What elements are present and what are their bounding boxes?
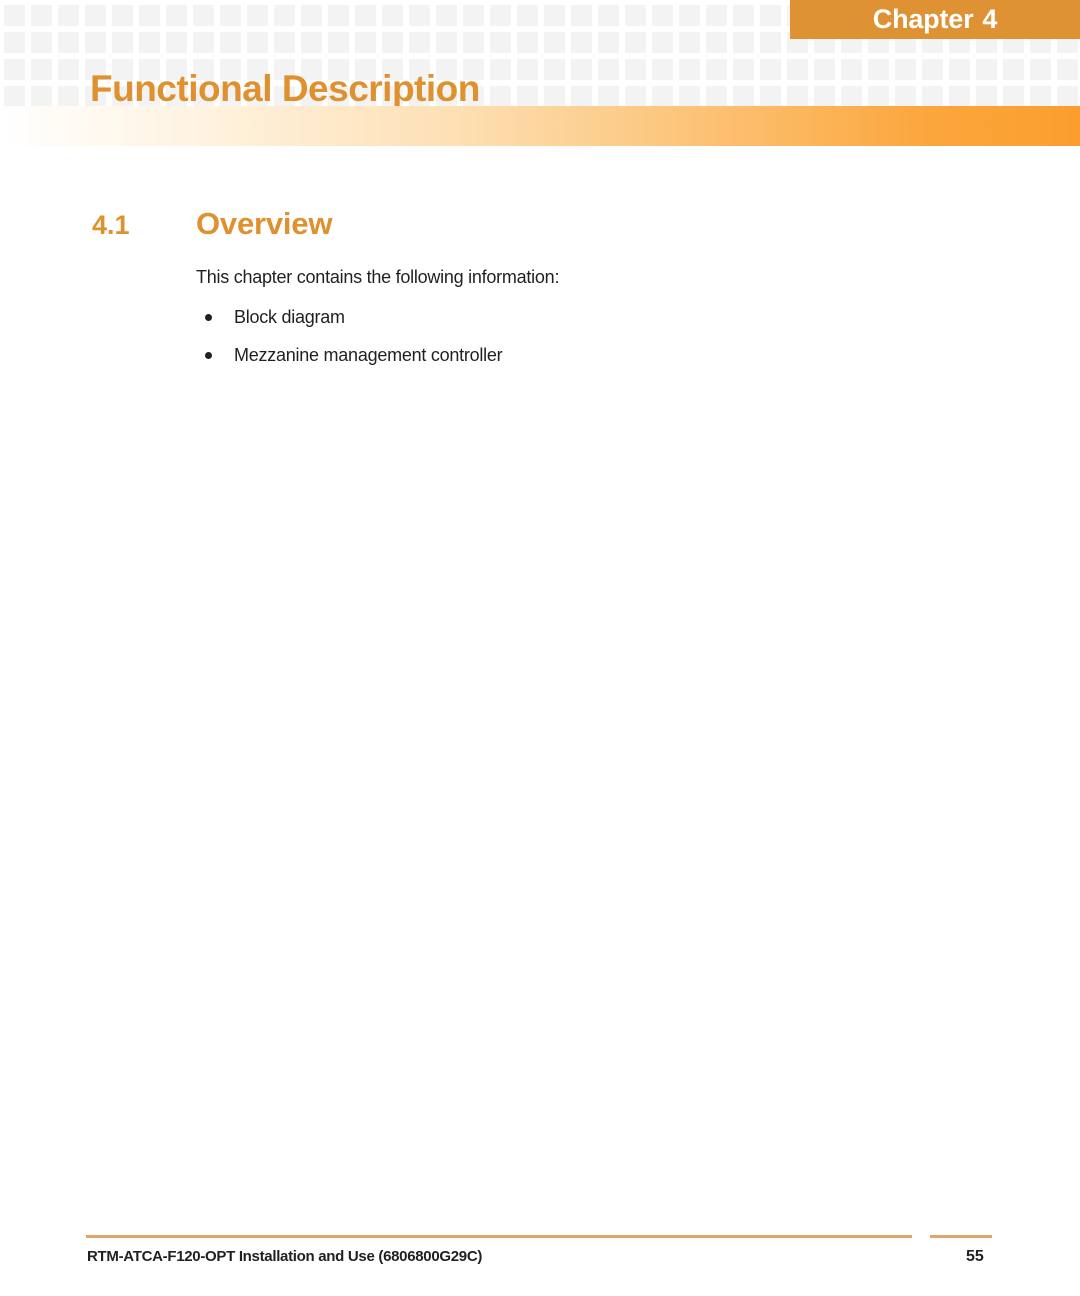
section-heading: 4.1 Overview xyxy=(92,206,332,242)
bullet-dot-icon xyxy=(205,352,212,359)
bullet-dot-icon xyxy=(205,314,212,321)
section-title: Overview xyxy=(196,206,333,241)
page-title: Functional Description xyxy=(90,67,480,109)
chapter-banner: Chapter 4 xyxy=(790,0,1080,39)
list-item-label: Mezzanine management controller xyxy=(234,345,503,365)
list-item: Mezzanine management controller xyxy=(196,343,896,367)
list-item-label: Block diagram xyxy=(234,307,345,327)
footer-page-number: 55 xyxy=(966,1248,984,1265)
section-number: 4.1 xyxy=(92,210,130,240)
header-gradient-band-top xyxy=(0,106,1080,146)
footer-rule xyxy=(86,1235,912,1238)
document-page: Chapter 4 Functional Description 4.1 Ove… xyxy=(0,0,1080,1296)
header-gradient-band-bottom xyxy=(0,151,1080,181)
intro-paragraph: This chapter contains the following info… xyxy=(196,267,560,287)
footer-document-reference: RTM-ATCA-F120-OPT Installation and Use (… xyxy=(87,1248,483,1265)
contents-bullet-list: Block diagram Mezzanine management contr… xyxy=(196,305,896,367)
section-body: This chapter contains the following info… xyxy=(196,265,896,381)
chapter-banner-number: 4 xyxy=(982,4,998,34)
footer-rule-page xyxy=(930,1235,992,1238)
chapter-banner-label: Chapter xyxy=(872,4,974,34)
list-item: Block diagram xyxy=(196,305,896,329)
